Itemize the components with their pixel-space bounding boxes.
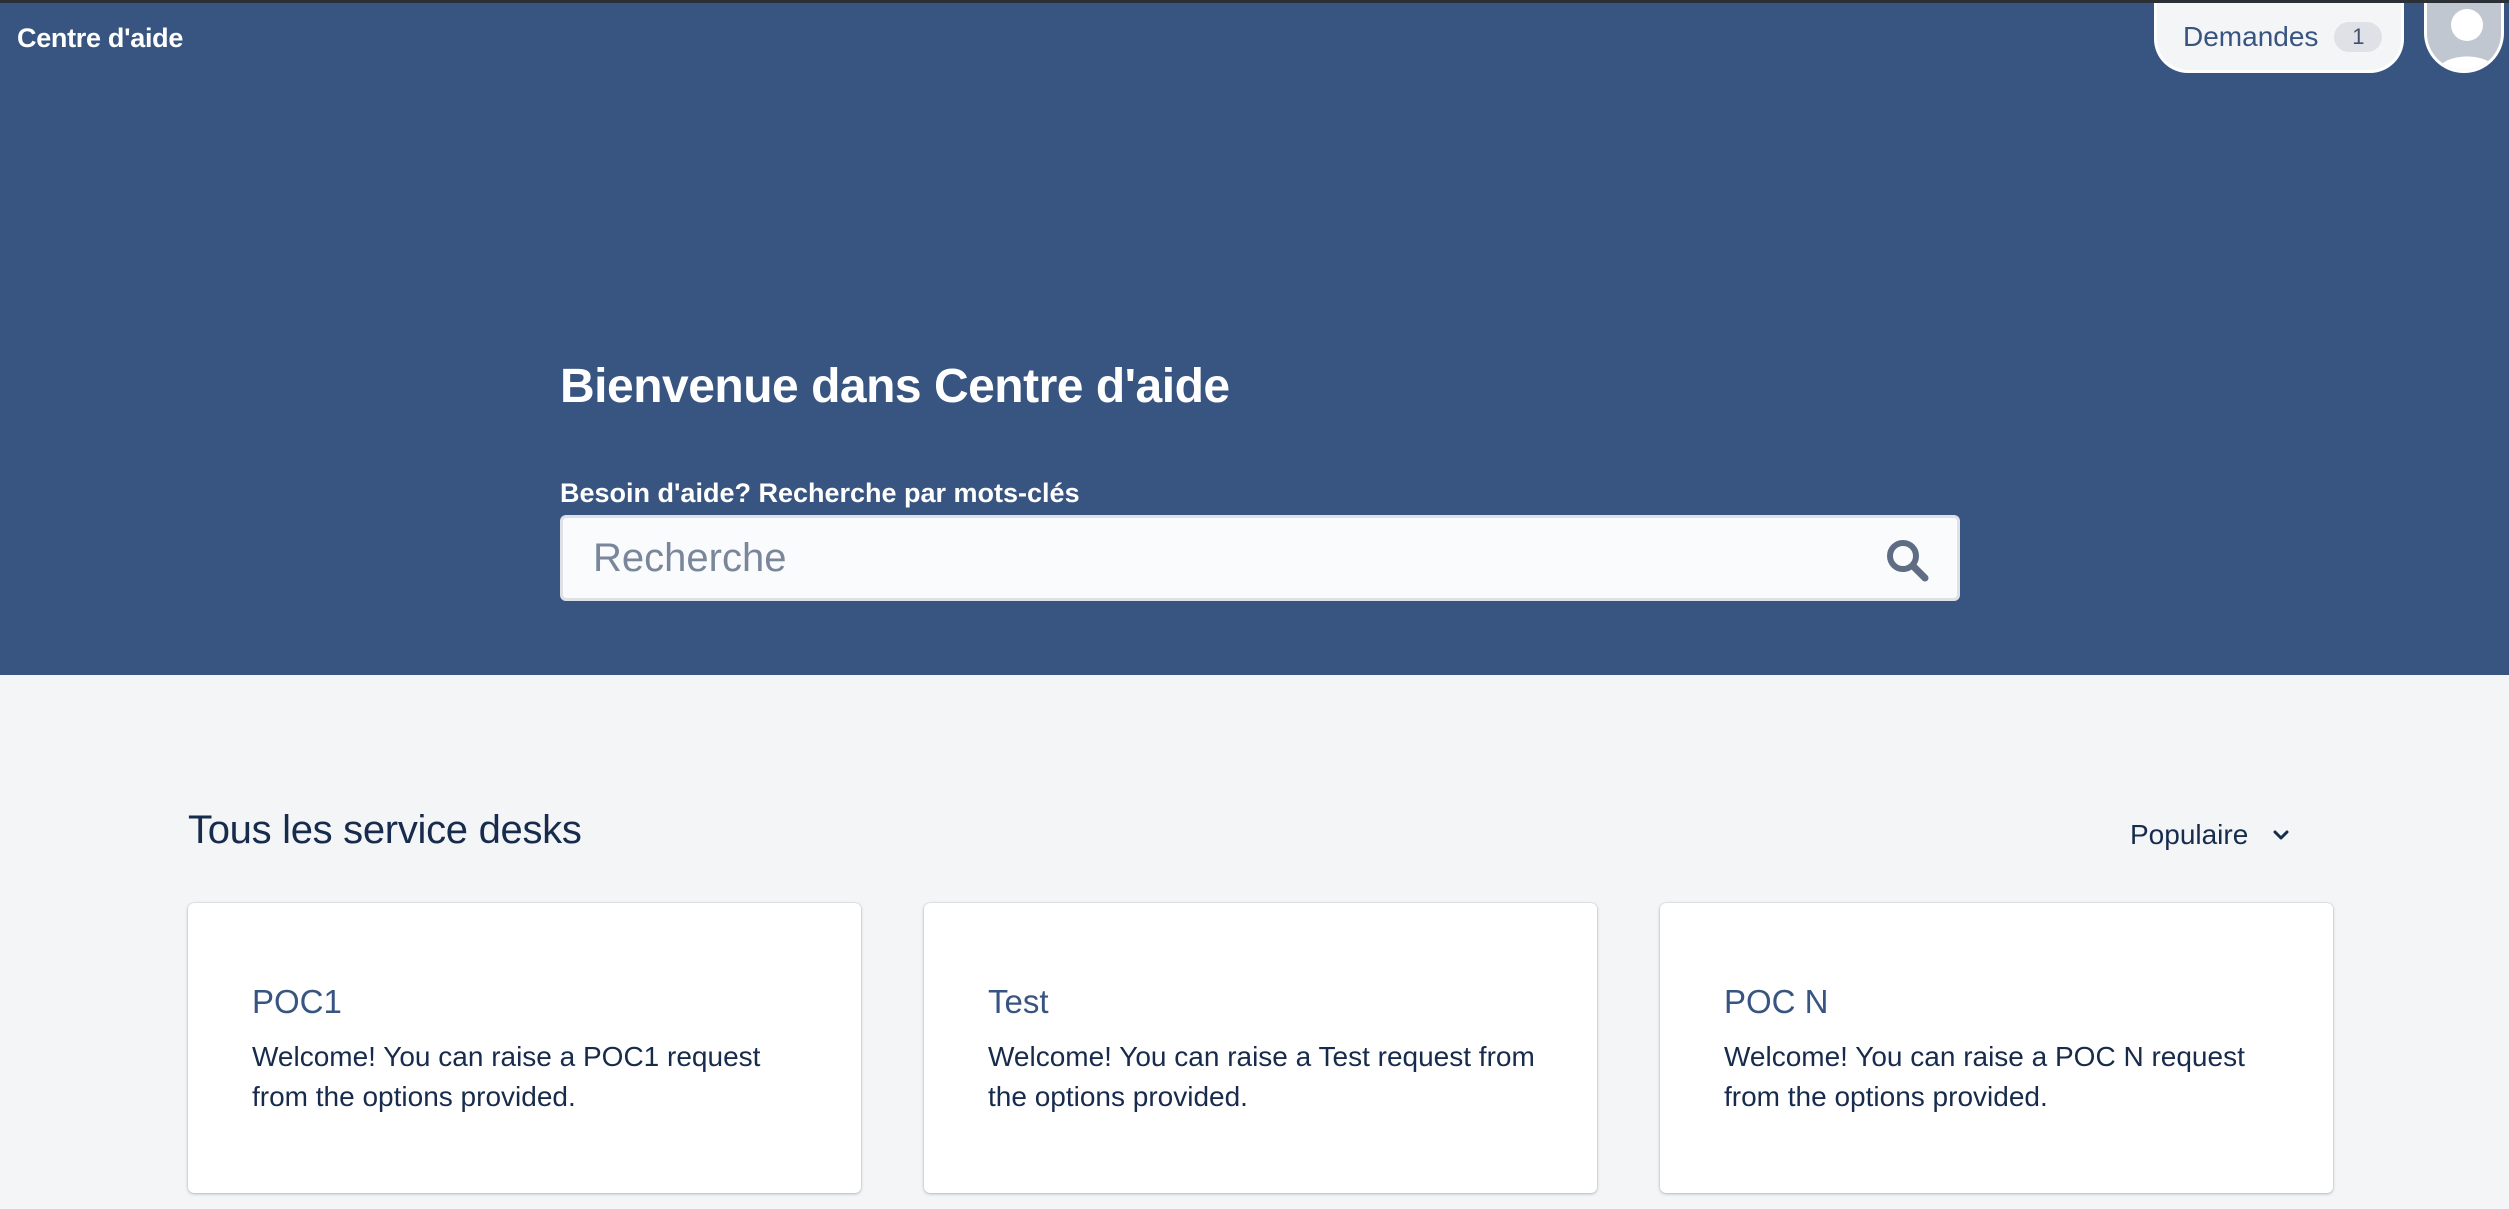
- card-title: POC N: [1724, 983, 1829, 1020]
- card-description: Welcome! You can raise a POC1 request fr…: [252, 1041, 761, 1112]
- search-input[interactable]: [593, 518, 1873, 598]
- service-desk-card-poc1[interactable]: POC1 Welcome! You can raise a POC1 reque…: [188, 903, 861, 1193]
- service-desk-card-test[interactable]: Test Welcome! You can raise a Test reque…: [924, 903, 1597, 1193]
- card-title: POC1: [252, 983, 342, 1020]
- search-label: Besoin d'aide? Recherche par mots-clés: [560, 478, 1080, 508]
- requests-label: Demandes: [2183, 20, 2319, 52]
- avatar-silhouette-icon: [2427, 3, 2501, 70]
- page-title: Bienvenue dans Centre d'aide: [560, 360, 1230, 413]
- hero-banner: Centre d'aide Demandes 1 Bienvenue dans …: [0, 3, 2509, 675]
- card-title: Test: [988, 983, 1049, 1020]
- card-description: Welcome! You can raise a POC N request f…: [1724, 1041, 2245, 1112]
- help-center-logo[interactable]: Centre d'aide: [17, 23, 183, 54]
- search-icon[interactable]: [1883, 536, 1931, 584]
- card-description: Welcome! You can raise a Test request fr…: [988, 1041, 1535, 1112]
- chevron-down-icon: [2273, 830, 2289, 840]
- service-desk-card-poc-n[interactable]: POC N Welcome! You can raise a POC N req…: [1660, 903, 2333, 1193]
- sort-dropdown[interactable]: Populaire: [2130, 815, 2335, 855]
- user-avatar-icon[interactable]: [2424, 3, 2504, 73]
- search-box: [560, 515, 1960, 601]
- sort-selected-value: Populaire: [2130, 819, 2249, 850]
- requests-button[interactable]: Demandes 1: [2154, 3, 2404, 73]
- requests-count-badge: 1: [2334, 21, 2383, 52]
- section-title: Tous les service desks: [188, 808, 582, 852]
